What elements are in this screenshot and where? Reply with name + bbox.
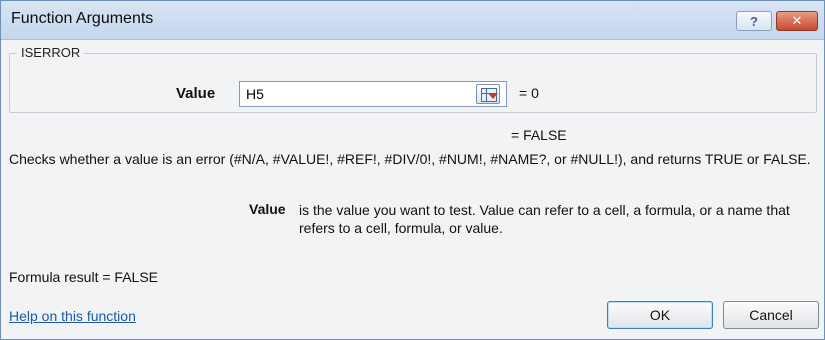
function-description: Checks whether a value is an error (#N/A… <box>9 151 811 167</box>
function-arguments-dialog: Function Arguments ? ✕ ISERROR Value = 0… <box>0 0 825 340</box>
help-icon: ? <box>750 13 758 29</box>
function-name-label: ISERROR <box>17 45 85 60</box>
function-result-preview: = FALSE <box>511 127 567 143</box>
collapse-dialog-button[interactable] <box>476 84 500 104</box>
help-on-function-link[interactable]: Help on this function <box>9 308 136 324</box>
cancel-button[interactable]: Cancel <box>723 301 819 329</box>
parameter-help-text: is the value you want to test. Value can… <box>299 202 790 236</box>
value-input[interactable] <box>239 81 507 107</box>
dialog-title: Function Arguments <box>11 10 154 27</box>
parameter-help-name: Value <box>249 201 286 217</box>
formula-result: Formula result = FALSE <box>9 269 159 285</box>
argument-label-value: Value <box>176 85 216 102</box>
close-button[interactable]: ✕ <box>776 11 818 31</box>
ok-button[interactable]: OK <box>607 301 713 329</box>
argument-evaluated-value: = 0 <box>519 85 539 101</box>
help-button[interactable]: ? <box>736 11 772 31</box>
title-bar[interactable]: Function Arguments ? ✕ <box>1 1 824 40</box>
close-icon: ✕ <box>791 13 803 28</box>
